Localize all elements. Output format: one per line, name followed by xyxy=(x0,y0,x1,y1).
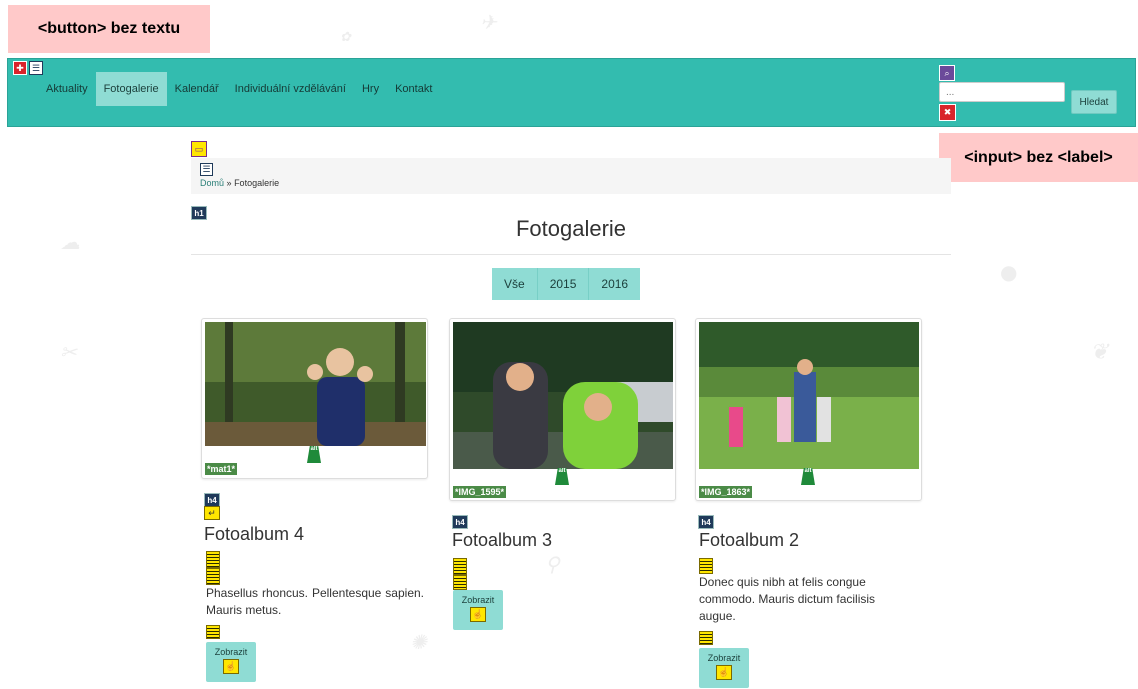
album-thumbnail[interactable]: alt *IMG_1863* xyxy=(695,318,922,501)
background-decoration: ❦ xyxy=(1090,340,1109,365)
show-album-button[interactable]: Zobrazit ☝ xyxy=(206,642,256,682)
h4-badge-icon: h4 xyxy=(452,515,468,529)
album-photo xyxy=(699,322,919,469)
search-input[interactable] xyxy=(939,82,1065,102)
title-divider xyxy=(191,254,951,255)
paragraph-icon xyxy=(699,558,713,574)
nav-item-fotogalerie[interactable]: Fotogalerie xyxy=(95,72,167,106)
pointer-icon: ☝ xyxy=(716,665,732,680)
paragraph-icon xyxy=(206,568,220,585)
show-button-label: Zobrazit xyxy=(707,653,741,663)
image-alt-tag: *IMG_1863* xyxy=(699,486,753,498)
list-icon: ☰ xyxy=(200,163,213,176)
empty-button-icon[interactable]: ✚ xyxy=(13,61,27,75)
search-button[interactable]: Hledat xyxy=(1071,90,1117,114)
album-photo xyxy=(205,322,426,446)
paragraph-icon xyxy=(453,558,467,575)
alt-icon: alt xyxy=(801,468,815,485)
alt-icon: alt xyxy=(307,446,321,463)
h4-badge-icon: h4 xyxy=(698,515,714,529)
breadcrumb-separator: » xyxy=(226,178,232,188)
album-description: Donec quis nibh at felis congue commodo.… xyxy=(699,575,876,623)
filter-2015-button[interactable]: 2015 xyxy=(537,268,590,300)
search-icon: ⌕ xyxy=(939,65,955,81)
nav-item-hry[interactable]: Hry xyxy=(354,72,387,106)
filter-2016-button[interactable]: 2016 xyxy=(589,268,641,300)
show-album-button[interactable]: Zobrazit ☝ xyxy=(453,590,503,630)
alt-icon: alt xyxy=(555,468,569,485)
background-decoration: ✺ xyxy=(410,630,427,654)
filter-all-button[interactable]: Vše xyxy=(492,268,538,300)
background-decoration: ✈ xyxy=(480,10,497,34)
breadcrumb-current: Fotogalerie xyxy=(234,178,280,188)
show-button-label: Zobrazit xyxy=(461,595,495,605)
nav-item-kalendar[interactable]: Kalendář xyxy=(167,72,227,106)
background-decoration: ● xyxy=(1000,260,1018,284)
h4-badge-icon: h4 xyxy=(204,493,220,507)
album-thumbnail[interactable]: alt *IMG_1595* xyxy=(449,318,676,501)
album-title: Fotoalbum 2 xyxy=(699,530,800,550)
background-decoration: ✿ xyxy=(340,30,351,45)
pointer-icon: ☝ xyxy=(470,607,486,622)
breadcrumb-home-link[interactable]: Domů xyxy=(200,178,224,188)
a11y-warning-input-no-label: <input> bez <label> xyxy=(939,133,1138,182)
album-photo xyxy=(453,322,673,469)
page-title: Fotogalerie xyxy=(515,216,627,241)
nav-item-individualni-vzdelavani[interactable]: Individuální vzdělávání xyxy=(227,72,354,106)
image-alt-tag: *mat1* xyxy=(205,463,238,475)
paragraph-icon xyxy=(206,625,220,639)
year-filter: Vše 2015 2016 xyxy=(492,268,641,300)
album-thumbnail[interactable]: alt *mat1* xyxy=(201,318,428,479)
nav-menu: Aktuality Fotogalerie Kalendář Individuá… xyxy=(38,72,440,106)
album-title: Fotoalbum 3 xyxy=(452,530,553,550)
a11y-warning-button-no-text: <button> bez textu xyxy=(8,5,210,53)
paragraph-icon xyxy=(206,551,220,568)
nav-item-aktuality[interactable]: Aktuality xyxy=(38,72,96,106)
background-decoration: ✂ xyxy=(60,340,77,364)
album-description: Phasellus rhoncus. Pellentesque sapien. … xyxy=(206,586,424,617)
breadcrumb: ☰ Domů » Fotogalerie xyxy=(191,158,951,194)
pointer-icon: ☝ xyxy=(223,659,239,674)
image-alt-tag: *IMG_1595* xyxy=(453,486,507,498)
show-album-button[interactable]: Zobrazit ☝ xyxy=(699,648,749,688)
paragraph-icon xyxy=(699,631,713,645)
form-warning-icon: ✖ xyxy=(939,104,956,121)
background-decoration: ⚲ xyxy=(545,552,560,576)
link-arrow-icon: ↵ xyxy=(204,506,220,520)
show-button-label: Zobrazit xyxy=(214,647,248,657)
background-decoration: ☁ xyxy=(60,230,80,254)
album-title: Fotoalbum 4 xyxy=(204,524,305,544)
nav-item-kontakt[interactable]: Kontakt xyxy=(387,72,440,106)
paragraph-icon xyxy=(453,575,467,590)
breadcrumb-region-icon: ▭ xyxy=(191,141,207,157)
